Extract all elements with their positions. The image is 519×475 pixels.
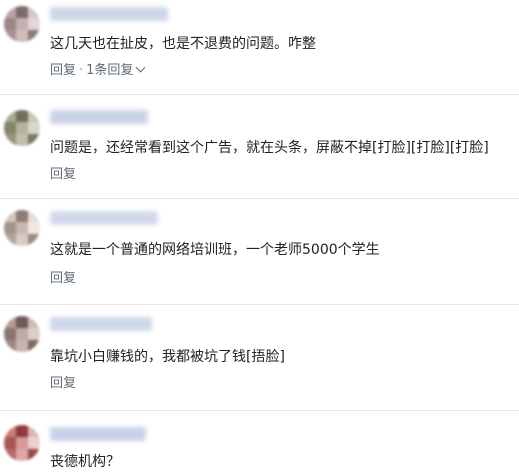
user-avatar[interactable]: [4, 110, 40, 146]
username-blurred[interactable]: [50, 427, 146, 441]
avatar-mosaic-tile: [4, 134, 16, 146]
avatar-mosaic-tile: [4, 6, 16, 18]
avatar-mosaic-tile: [28, 328, 40, 340]
reply-button[interactable]: 回复: [50, 63, 76, 78]
avatar-mosaic-tile: [16, 222, 28, 234]
avatar-mosaic-tile: [4, 110, 16, 122]
comment-actions: 回复: [50, 271, 76, 287]
avatar-mosaic-tile: [4, 18, 16, 30]
avatar-mosaic-tile: [28, 234, 40, 246]
comment-text: 靠坑小白赚钱的，我都被坑了钱[捂脸]: [50, 349, 285, 365]
avatar-mosaic-tile: [16, 425, 28, 437]
comment-list: 这几天也在扯皮，也是不退费的问题。咋整 回复 · 1条回复 问题是，还经常看到这个广…: [0, 0, 519, 475]
avatar-mosaic-tile: [4, 122, 16, 134]
avatar-mosaic-tile: [4, 425, 16, 437]
avatar-mosaic-tile: [16, 30, 28, 42]
avatar-mosaic-tile: [28, 449, 40, 461]
username-blurred[interactable]: [50, 110, 148, 124]
avatar-mosaic-tile: [4, 340, 16, 352]
avatar-mosaic-tile: [16, 328, 28, 340]
avatar-mosaic-tile: [28, 437, 40, 449]
avatar-mosaic-tile: [16, 18, 28, 30]
avatar-mosaic-tile: [16, 234, 28, 246]
username-blurred[interactable]: [50, 317, 152, 331]
user-avatar[interactable]: [4, 425, 40, 461]
avatar-mosaic-tile: [28, 110, 40, 122]
avatar-mosaic-tile: [16, 134, 28, 146]
avatar-mosaic-tile: [16, 210, 28, 222]
avatar-mosaic-tile: [28, 134, 40, 146]
avatar-mosaic-tile: [4, 437, 16, 449]
comment-item: 靠坑小白赚钱的，我都被坑了钱[捂脸] 回复: [0, 304, 519, 410]
comment-item: 这就是一个普通的网络培训班，一个老师5000个学生 回复: [0, 198, 519, 304]
avatar-mosaic-tile: [16, 340, 28, 352]
avatar-mosaic-tile: [28, 30, 40, 42]
avatar-mosaic-tile: [4, 328, 16, 340]
avatar-mosaic-tile: [16, 122, 28, 134]
comment-actions: 回复: [50, 167, 76, 183]
avatar-mosaic-tile: [4, 234, 16, 246]
view-replies-button[interactable]: 1条回复: [86, 62, 146, 78]
user-avatar[interactable]: [4, 6, 40, 42]
comment-actions: 回复 · 1条回复: [50, 62, 146, 79]
avatar-mosaic-tile: [4, 30, 16, 42]
avatar-mosaic-tile: [16, 437, 28, 449]
avatar-mosaic-tile: [28, 425, 40, 437]
avatar-mosaic-tile: [28, 6, 40, 18]
avatar-mosaic-tile: [16, 316, 28, 328]
comment-text: 问题是，还经常看到这个广告，就在头条，屏蔽不掉[打脸][打脸][打脸]: [50, 140, 489, 156]
comment-text: 这几天也在扯皮，也是不退费的问题。咋整: [50, 36, 316, 52]
comment-actions: 回复: [50, 376, 76, 392]
avatar-mosaic-tile: [28, 122, 40, 134]
user-avatar[interactable]: [4, 316, 40, 352]
reply-button[interactable]: 回复: [50, 167, 76, 182]
reply-button[interactable]: 回复: [50, 376, 76, 391]
avatar-mosaic-tile: [28, 18, 40, 30]
avatar-mosaic-tile: [28, 316, 40, 328]
comment-item: 丧德机构？: [0, 410, 519, 475]
avatar-mosaic-tile: [28, 340, 40, 352]
avatar-mosaic-tile: [16, 6, 28, 18]
avatar-mosaic-tile: [4, 449, 16, 461]
comment-text: 丧德机构？: [50, 454, 120, 470]
view-replies-label: 1条回复: [86, 63, 134, 78]
avatar-mosaic-tile: [4, 210, 16, 222]
avatar-mosaic-tile: [4, 316, 16, 328]
username-blurred[interactable]: [50, 7, 168, 21]
chevron-down-icon: [135, 62, 146, 73]
separator-dot: ·: [79, 63, 84, 78]
comment-text: 这就是一个普通的网络培训班，一个老师5000个学生: [50, 242, 380, 258]
username-blurred[interactable]: [50, 211, 158, 225]
avatar-mosaic-tile: [16, 110, 28, 122]
avatar-mosaic-tile: [4, 222, 16, 234]
comment-item: 问题是，还经常看到这个广告，就在头条，屏蔽不掉[打脸][打脸][打脸] 回复: [0, 94, 519, 198]
reply-button[interactable]: 回复: [50, 271, 76, 286]
comment-item: 这几天也在扯皮，也是不退费的问题。咋整 回复 · 1条回复: [0, 0, 519, 94]
avatar-mosaic-tile: [16, 449, 28, 461]
avatar-mosaic-tile: [28, 222, 40, 234]
avatar-mosaic-tile: [28, 210, 40, 222]
user-avatar[interactable]: [4, 210, 40, 246]
